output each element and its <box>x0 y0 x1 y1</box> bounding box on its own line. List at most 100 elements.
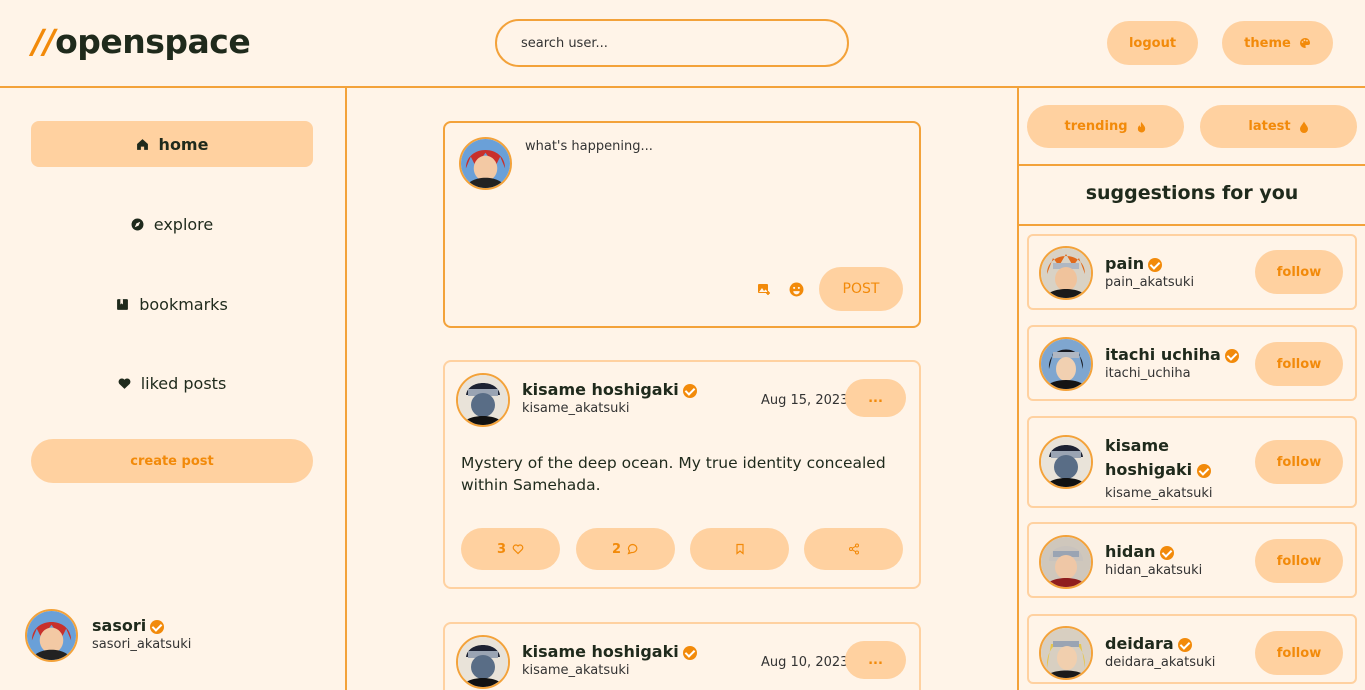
verified-icon <box>1148 257 1163 272</box>
sidebar-item-explore[interactable]: explore <box>31 201 313 247</box>
current-user-avatar[interactable] <box>25 609 78 662</box>
current-user-info: sasori sasori_akatsuki <box>92 616 191 652</box>
trending-button[interactable]: trending <box>1027 105 1184 148</box>
suggestion-name[interactable]: hidan <box>1105 542 1156 561</box>
deidara-avatar-image <box>1041 628 1091 678</box>
itachi-avatar-image <box>1041 339 1091 389</box>
suggestions-title: suggestions for you <box>1085 182 1299 204</box>
post-author-handle: kisame_akatsuki <box>522 401 630 416</box>
sasori-avatar-image <box>27 611 76 660</box>
suggestion-card: hidan hidan_akatsuki follow <box>1027 522 1357 598</box>
theme-label: theme <box>1244 35 1291 51</box>
post-author-name[interactable]: kisame hoshigaki <box>522 642 679 661</box>
suggestion-handle: pain_akatsuki <box>1105 275 1195 290</box>
suggestion-avatar[interactable] <box>1039 337 1093 391</box>
hidan-avatar-image <box>1041 537 1091 587</box>
sidebar-item-bookmarks[interactable]: bookmarks <box>31 281 313 327</box>
suggestion-name[interactable]: kisame hoshigaki <box>1105 436 1192 479</box>
theme-button[interactable]: theme <box>1222 21 1333 65</box>
trending-label: trending <box>1064 119 1128 134</box>
heart-outline-icon <box>512 544 524 555</box>
sidebar-item-liked-posts[interactable]: liked posts <box>31 360 313 406</box>
logo-text: openspace <box>55 22 251 61</box>
kisame-avatar-image <box>458 375 508 425</box>
more-icon: ... <box>868 652 883 668</box>
sidebar-item-label: home <box>158 134 209 154</box>
like-button[interactable]: 3 <box>461 528 560 570</box>
verified-icon <box>1177 637 1192 652</box>
heart-icon <box>118 377 131 389</box>
add-image-icon[interactable] <box>754 279 774 299</box>
drop-icon <box>1299 121 1308 133</box>
create-post-button[interactable]: create post <box>31 439 313 483</box>
current-user-name: sasori <box>92 616 147 635</box>
follow-button[interactable]: follow <box>1255 539 1343 583</box>
suggestion-name[interactable]: deidara <box>1105 634 1174 653</box>
verified-icon <box>1224 348 1239 363</box>
suggestion-name[interactable]: pain <box>1105 254 1144 273</box>
search-input[interactable] <box>495 19 849 67</box>
palette-icon <box>1299 38 1310 48</box>
kisame-avatar-image <box>458 637 508 687</box>
post-textarea[interactable] <box>525 139 905 259</box>
post-author-info: kisame hoshigaki kisame_akatsuki <box>522 642 697 678</box>
suggestion-avatar[interactable] <box>1039 535 1093 589</box>
post-button-label: POST <box>842 281 880 297</box>
emoji-icon[interactable] <box>786 279 806 299</box>
post-content: Mystery of the deep ocean. My true ident… <box>461 454 886 494</box>
post-composer: POST <box>443 121 921 328</box>
sidebar-item-home[interactable]: home <box>31 121 313 167</box>
post-author-name[interactable]: kisame hoshigaki <box>522 380 679 399</box>
app-logo[interactable]: //openspace <box>32 22 251 61</box>
post-more-button[interactable]: ... <box>845 379 906 417</box>
post-author-avatar[interactable] <box>456 373 510 427</box>
suggestion-avatar[interactable] <box>1039 246 1093 300</box>
suggestion-avatar[interactable] <box>1039 626 1093 680</box>
sidebar-item-label: liked posts <box>140 373 227 393</box>
pain-avatar-image <box>1041 248 1091 298</box>
suggestion-handle: deidara_akatsuki <box>1105 655 1216 670</box>
post-card: kisame hoshigaki kisame_akatsuki Aug 10,… <box>443 622 921 690</box>
suggestion-info: deidara deidara_akatsuki <box>1105 634 1215 670</box>
logout-label: logout <box>1128 35 1177 51</box>
comment-icon <box>627 543 638 555</box>
post-author-info: kisame hoshigaki kisame_akatsuki <box>522 380 697 416</box>
share-icon <box>848 543 859 555</box>
sidebar-item-label: explore <box>153 214 214 234</box>
latest-button[interactable]: latest <box>1200 105 1357 148</box>
follow-button[interactable]: follow <box>1255 631 1343 675</box>
post-author-handle: kisame_akatsuki <box>522 663 630 678</box>
post-date: Aug 15, 2023 <box>761 393 849 408</box>
post-button[interactable]: POST <box>819 267 903 311</box>
comment-button[interactable]: 2 <box>576 528 675 570</box>
suggestion-card: deidara deidara_akatsuki follow <box>1027 614 1357 684</box>
right-divider-top <box>1017 164 1365 166</box>
post-author-avatar[interactable] <box>456 635 510 689</box>
verified-icon <box>682 645 697 660</box>
post-date: Aug 10, 2023 <box>761 655 849 670</box>
right-divider-mid <box>1017 224 1365 226</box>
suggestion-info: pain pain_akatsuki <box>1105 254 1194 290</box>
suggestion-info: kisame hoshigaki kisame_akatsuki <box>1105 434 1255 501</box>
follow-button[interactable]: follow <box>1255 440 1343 484</box>
suggestion-name[interactable]: itachi uchiha <box>1105 345 1221 364</box>
suggestion-handle: itachi_uchiha <box>1105 366 1191 381</box>
logo-slash: // <box>32 22 56 61</box>
suggestion-card: pain pain_akatsuki follow <box>1027 234 1357 310</box>
logout-button[interactable]: logout <box>1107 21 1198 65</box>
share-button[interactable] <box>804 528 903 570</box>
compass-icon <box>131 218 144 230</box>
sasori-avatar-image <box>461 139 510 188</box>
suggestion-card: kisame hoshigaki kisame_akatsuki follow <box>1027 416 1357 508</box>
suggestion-card: itachi uchiha itachi_uchiha follow <box>1027 325 1357 401</box>
suggestion-avatar[interactable] <box>1039 435 1093 489</box>
bookmark-button[interactable] <box>690 528 789 570</box>
home-icon <box>136 138 148 150</box>
follow-button[interactable]: follow <box>1255 250 1343 294</box>
post-more-button[interactable]: ... <box>845 641 906 679</box>
like-count: 3 <box>496 541 507 557</box>
suggestion-info: hidan hidan_akatsuki <box>1105 542 1202 578</box>
right-divider <box>1017 88 1019 690</box>
latest-label: latest <box>1248 119 1291 134</box>
follow-button[interactable]: follow <box>1255 342 1343 386</box>
